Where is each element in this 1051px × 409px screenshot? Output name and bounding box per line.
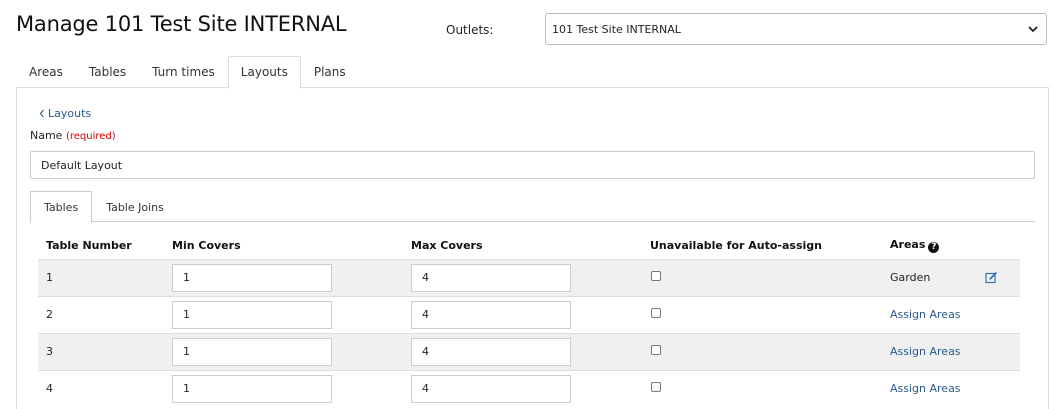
max-covers-input[interactable]: 4 bbox=[411, 374, 571, 403]
tab-areas[interactable]: Areas bbox=[16, 56, 76, 88]
layout-name-value: Default Layout bbox=[41, 158, 123, 172]
min-covers-input[interactable]: 1 bbox=[172, 263, 332, 292]
tab-plans[interactable]: Plans bbox=[301, 56, 359, 88]
tables-table: Table Number Min Covers Max Covers Unava… bbox=[38, 233, 1020, 407]
header-max-covers: Max Covers bbox=[411, 239, 483, 253]
assign-areas-link[interactable]: Assign Areas bbox=[890, 382, 961, 395]
tab-turn-times[interactable]: Turn times bbox=[139, 56, 228, 88]
page-title: Manage 101 Test Site INTERNAL bbox=[16, 12, 347, 36]
table-row: 4 1 4 Assign Areas bbox=[38, 369, 1020, 407]
subtab-tables[interactable]: Tables bbox=[30, 191, 93, 223]
max-covers-input[interactable]: 4 bbox=[411, 300, 571, 329]
edit-icon[interactable] bbox=[985, 271, 998, 284]
subtab-table-joins[interactable]: Table Joins bbox=[92, 191, 178, 222]
unavailable-checkbox[interactable] bbox=[651, 345, 661, 355]
chevron-down-icon bbox=[1028, 26, 1038, 33]
min-covers-input[interactable]: 1 bbox=[172, 374, 332, 403]
assign-areas-link[interactable]: Assign Areas bbox=[890, 345, 961, 358]
back-link-label: Layouts bbox=[48, 107, 92, 120]
table-number: 3 bbox=[38, 332, 164, 370]
table-row: 3 1 4 Assign Areas bbox=[38, 332, 1020, 370]
header-table-number: Table Number bbox=[46, 239, 132, 253]
header-unavailable: Unavailable for Auto-assign bbox=[650, 239, 822, 253]
table-number: 4 bbox=[38, 369, 164, 407]
name-label: Name (required) bbox=[30, 129, 116, 142]
table-number: 1 bbox=[38, 258, 164, 296]
outlets-selected-value: 101 Test Site INTERNAL bbox=[552, 22, 681, 36]
table-row: 2 1 4 Assign Areas bbox=[38, 295, 1020, 333]
header-areas-label: Areas bbox=[890, 238, 926, 252]
help-icon[interactable]: ? bbox=[928, 242, 940, 254]
assign-areas-link[interactable]: Assign Areas bbox=[890, 308, 961, 321]
back-to-layouts-link[interactable]: Layouts bbox=[39, 107, 91, 120]
main-tabs: Areas Tables Turn times Layouts Plans bbox=[16, 56, 359, 89]
tab-tables[interactable]: Tables bbox=[76, 56, 139, 88]
unavailable-checkbox[interactable] bbox=[651, 308, 661, 318]
chevron-left-icon bbox=[39, 109, 44, 118]
area-name: Garden bbox=[890, 271, 931, 284]
layout-name-input[interactable]: Default Layout bbox=[30, 151, 1035, 179]
layout-sub-tabs: Tables Table Joins bbox=[30, 191, 1035, 223]
min-covers-input[interactable]: 1 bbox=[172, 300, 332, 329]
header-min-covers: Min Covers bbox=[172, 239, 241, 253]
table-row: 1 1 4 Garden bbox=[38, 258, 1020, 296]
table-number: 2 bbox=[38, 295, 164, 333]
name-label-text: Name bbox=[30, 129, 63, 142]
max-covers-input[interactable]: 4 bbox=[411, 337, 571, 366]
outlets-label: Outlets: bbox=[446, 23, 494, 37]
tab-layouts[interactable]: Layouts bbox=[227, 56, 301, 89]
required-indicator: (required) bbox=[65, 131, 116, 142]
area-cell: Garden bbox=[890, 271, 1020, 284]
max-covers-input[interactable]: 4 bbox=[411, 263, 571, 292]
header-areas: Areas? bbox=[882, 233, 1020, 259]
min-covers-input[interactable]: 1 bbox=[172, 337, 332, 366]
unavailable-checkbox[interactable] bbox=[651, 271, 661, 281]
outlets-select[interactable]: 101 Test Site INTERNAL bbox=[545, 13, 1047, 45]
unavailable-checkbox[interactable] bbox=[651, 382, 661, 393]
